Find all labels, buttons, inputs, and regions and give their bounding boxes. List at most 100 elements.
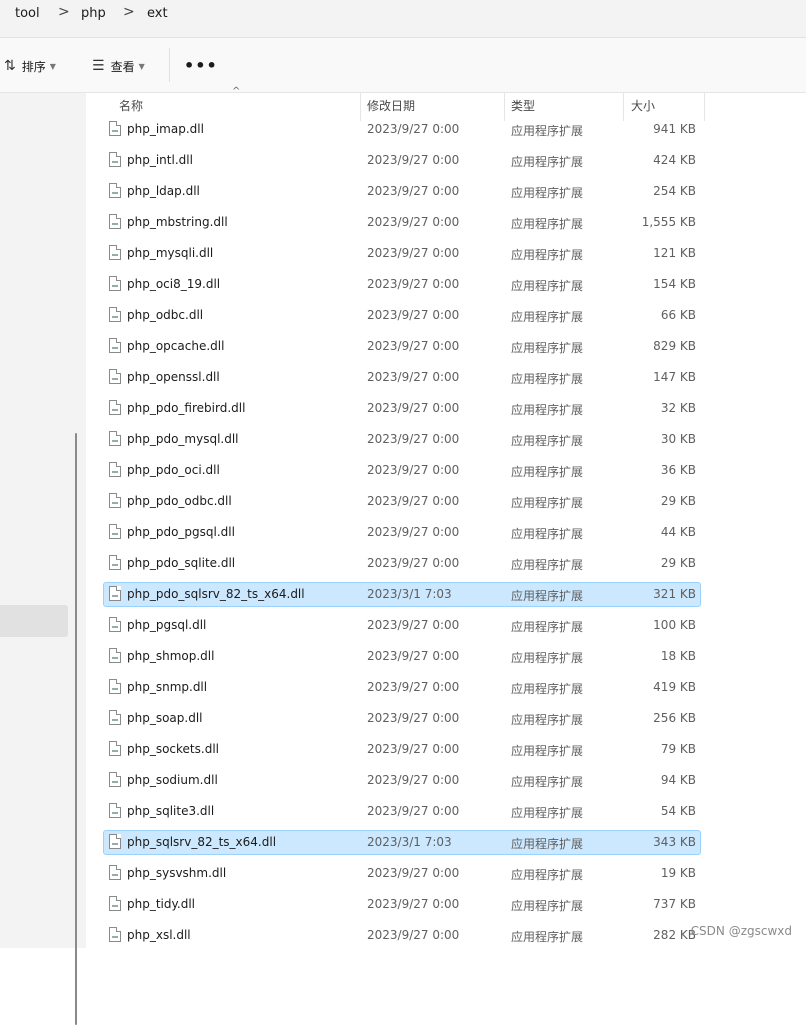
chevron-down-icon: ▼ bbox=[138, 61, 145, 71]
file-row[interactable]: php_sysvshm.dll 2023/9/27 0:00 应用程序扩展 19 KB bbox=[103, 861, 701, 886]
file-size: 18 KB bbox=[660, 649, 696, 663]
dll-file-icon bbox=[109, 400, 121, 415]
file-row[interactable]: php_intl.dll 2023/9/27 0:00 应用程序扩展 424 KB bbox=[103, 148, 701, 173]
chevron-right-icon[interactable]: > bbox=[123, 4, 135, 20]
file-modified-date: 2023/9/27 0:00 bbox=[367, 401, 460, 415]
dll-file-icon bbox=[109, 214, 121, 229]
dll-file-icon bbox=[109, 679, 121, 694]
file-row[interactable]: php_pdo_mysql.dll 2023/9/27 0:00 应用程序扩展 30 … bbox=[103, 427, 701, 452]
file-type: 应用程序扩展 bbox=[511, 217, 584, 231]
file-modified-date: 2023/9/27 0:00 bbox=[367, 463, 460, 477]
file-name: php_sysvshm.dll bbox=[127, 866, 227, 880]
file-row[interactable]: php_shmop.dll 2023/9/27 0:00 应用程序扩展 18 KB bbox=[103, 644, 701, 669]
file-row[interactable]: php_opcache.dll 2023/9/27 0:00 应用程序扩展 829 K… bbox=[103, 334, 701, 359]
watermark-text: CSDN @zgscwxd bbox=[690, 924, 792, 938]
file-row[interactable]: php_odbc.dll 2023/9/27 0:00 应用程序扩展 66 KB bbox=[103, 303, 701, 328]
file-row[interactable]: php_sqlite3.dll 2023/9/27 0:00 应用程序扩展 54 KB bbox=[103, 799, 701, 824]
file-name: php_sockets.dll bbox=[127, 742, 219, 756]
file-size: 66 KB bbox=[660, 308, 696, 322]
file-row[interactable]: php_mysqli.dll 2023/9/27 0:00 应用程序扩展 121 KB bbox=[103, 241, 701, 266]
breadcrumb-item-tool[interactable]: tool bbox=[15, 6, 40, 21]
view-list-icon: ☰ bbox=[92, 58, 105, 74]
navigation-pane[interactable] bbox=[0, 93, 86, 1025]
file-row[interactable]: php_imap.dll 2023/9/27 0:00 应用程序扩展 941 KB bbox=[103, 117, 701, 142]
file-name: php_tidy.dll bbox=[127, 897, 195, 911]
file-row[interactable]: php_sqlsrv_82_ts_x64.dll 2023/3/1 7:03 应用程… bbox=[103, 830, 701, 855]
file-name: php_mysqli.dll bbox=[127, 246, 214, 260]
dll-file-icon bbox=[109, 431, 121, 446]
file-size: 29 KB bbox=[660, 556, 696, 570]
nav-selected-item[interactable] bbox=[0, 605, 68, 637]
file-row[interactable]: php_pdo_sqlite.dll 2023/9/27 0:00 应用程序扩展 29… bbox=[103, 551, 701, 576]
breadcrumb-item-ext[interactable]: ext bbox=[147, 6, 168, 21]
file-row[interactable]: php_oci8_19.dll 2023/9/27 0:00 应用程序扩展 154 K… bbox=[103, 272, 701, 297]
file-size: 29 KB bbox=[660, 494, 696, 508]
file-row[interactable]: php_pdo_oci.dll 2023/9/27 0:00 应用程序扩展 36 KB bbox=[103, 458, 701, 483]
dll-file-icon bbox=[109, 338, 121, 353]
dll-file-icon bbox=[109, 369, 121, 384]
dll-file-icon bbox=[109, 710, 121, 725]
file-modified-date: 2023/9/27 0:00 bbox=[367, 246, 460, 260]
more-options-button[interactable]: ••• bbox=[184, 56, 218, 75]
file-modified-date: 2023/9/27 0:00 bbox=[367, 122, 460, 136]
file-modified-date: 2023/9/27 0:00 bbox=[367, 184, 460, 198]
file-row[interactable]: php_pdo_pgsql.dll 2023/9/27 0:00 应用程序扩展 44 … bbox=[103, 520, 701, 545]
breadcrumb-item-php[interactable]: php bbox=[81, 6, 106, 21]
file-size: 737 KB bbox=[653, 897, 696, 911]
file-name: php_xsl.dll bbox=[127, 928, 191, 942]
file-name: php_openssl.dll bbox=[127, 370, 220, 384]
file-row[interactable]: php_mbstring.dll 2023/9/27 0:00 应用程序扩展 1,55… bbox=[103, 210, 701, 235]
file-row[interactable]: php_openssl.dll 2023/9/27 0:00 应用程序扩展 147 K… bbox=[103, 365, 701, 390]
file-name: php_sodium.dll bbox=[127, 773, 218, 787]
file-name: php_pdo_sqlsrv_82_ts_x64.dll bbox=[127, 587, 305, 601]
view-label: 查看 bbox=[110, 59, 135, 74]
file-size: 100 KB bbox=[653, 618, 696, 632]
file-type: 应用程序扩展 bbox=[511, 403, 584, 417]
file-type: 应用程序扩展 bbox=[511, 589, 584, 603]
sort-ascending-icon: ^ bbox=[232, 86, 241, 97]
column-header-size[interactable]: 大小 bbox=[631, 97, 655, 114]
file-size: 256 KB bbox=[653, 711, 696, 725]
file-row[interactable]: php_pdo_odbc.dll 2023/9/27 0:00 应用程序扩展 29 K… bbox=[103, 489, 701, 514]
file-row[interactable]: php_pdo_firebird.dll 2023/9/27 0:00 应用程序扩展… bbox=[103, 396, 701, 421]
column-divider[interactable] bbox=[704, 93, 705, 121]
file-row[interactable]: php_pdo_sqlsrv_82_ts_x64.dll 2023/3/1 7:0… bbox=[103, 582, 701, 607]
nav-scrollbar[interactable] bbox=[75, 433, 77, 1025]
file-row[interactable]: php_soap.dll 2023/9/27 0:00 应用程序扩展 256 KB bbox=[103, 706, 701, 731]
column-header-modified[interactable]: 修改日期 bbox=[367, 97, 415, 114]
file-row[interactable]: php_ldap.dll 2023/9/27 0:00 应用程序扩展 254 KB bbox=[103, 179, 701, 204]
file-name: php_intl.dll bbox=[127, 153, 193, 167]
file-name: php_mbstring.dll bbox=[127, 215, 228, 229]
file-size: 154 KB bbox=[653, 277, 696, 291]
file-name: php_sqlite3.dll bbox=[127, 804, 215, 818]
file-type: 应用程序扩展 bbox=[511, 310, 584, 324]
file-row[interactable]: php_sodium.dll 2023/9/27 0:00 应用程序扩展 94 KB bbox=[103, 768, 701, 793]
file-row[interactable]: php_xsl.dll 2023/9/27 0:00 应用程序扩展 282 KB bbox=[103, 923, 701, 948]
file-row[interactable]: php_snmp.dll 2023/9/27 0:00 应用程序扩展 419 KB bbox=[103, 675, 701, 700]
file-modified-date: 2023/9/27 0:00 bbox=[367, 711, 460, 725]
dll-file-icon bbox=[109, 462, 121, 477]
chevron-right-icon[interactable]: > bbox=[58, 4, 70, 20]
file-type: 应用程序扩展 bbox=[511, 651, 584, 665]
file-modified-date: 2023/9/27 0:00 bbox=[367, 153, 460, 167]
column-header-type[interactable]: 类型 bbox=[511, 97, 535, 114]
file-row[interactable]: php_pgsql.dll 2023/9/27 0:00 应用程序扩展 100 KB bbox=[103, 613, 701, 638]
dll-file-icon bbox=[109, 865, 121, 880]
command-bar: ⇅ 排序 ▼ ☰ 查看 ▼ ••• bbox=[0, 38, 806, 93]
file-name: php_pdo_odbc.dll bbox=[127, 494, 232, 508]
dll-file-icon bbox=[109, 183, 121, 198]
file-name: php_sqlsrv_82_ts_x64.dll bbox=[127, 835, 277, 849]
sort-button[interactable]: ⇅ 排序 ▼ bbox=[4, 56, 56, 76]
file-modified-date: 2023/3/1 7:03 bbox=[367, 587, 452, 601]
view-button[interactable]: ☰ 查看 ▼ bbox=[92, 56, 145, 76]
file-modified-date: 2023/9/27 0:00 bbox=[367, 277, 460, 291]
column-header-name[interactable]: 名称 bbox=[119, 97, 143, 114]
file-row[interactable]: php_sockets.dll 2023/9/27 0:00 应用程序扩展 79 KB bbox=[103, 737, 701, 762]
file-row[interactable]: php_tidy.dll 2023/9/27 0:00 应用程序扩展 737 KB bbox=[103, 892, 701, 917]
file-name: php_ldap.dll bbox=[127, 184, 200, 198]
file-name: php_pgsql.dll bbox=[127, 618, 207, 632]
address-bar[interactable]: tool > php > ext bbox=[0, 0, 806, 38]
file-name: php_imap.dll bbox=[127, 122, 204, 136]
file-type: 应用程序扩展 bbox=[511, 930, 584, 944]
file-modified-date: 2023/9/27 0:00 bbox=[367, 432, 460, 446]
